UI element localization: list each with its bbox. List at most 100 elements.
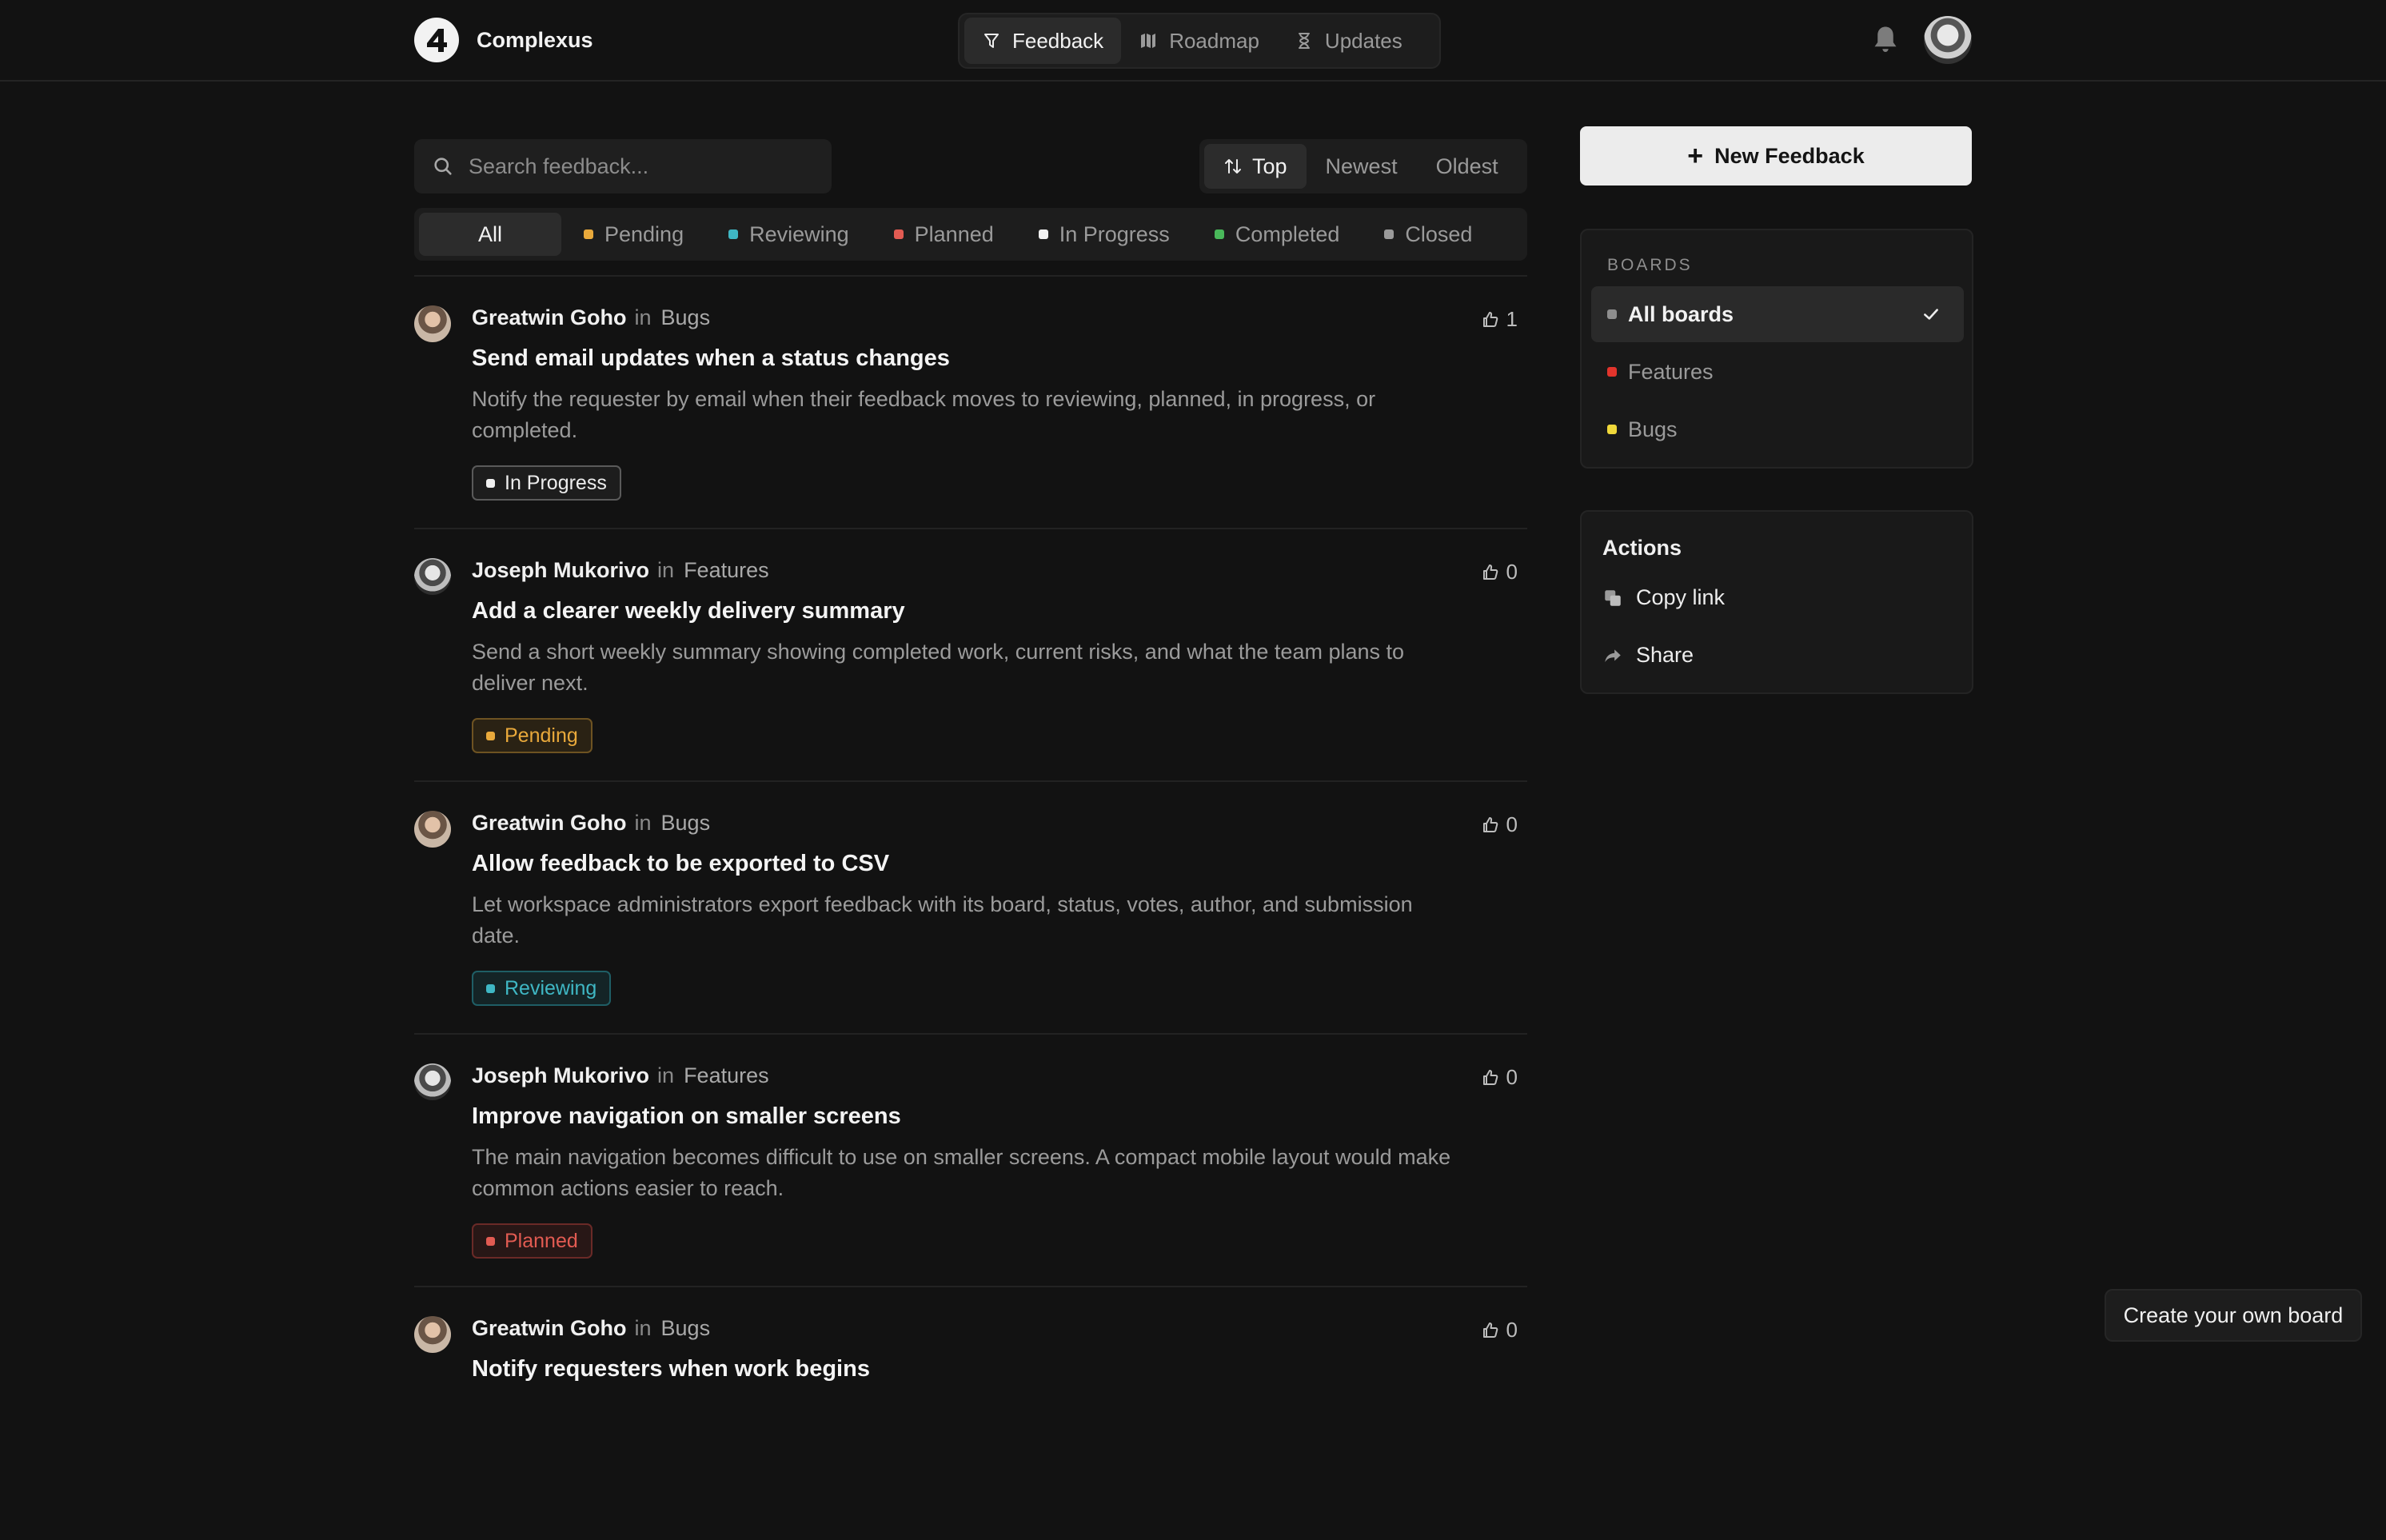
boards-title: BOARDS (1607, 256, 1693, 274)
board-name[interactable]: Bugs (661, 1316, 711, 1341)
author-name[interactable]: Joseph Mukorivo (472, 1063, 649, 1088)
status-label: Reviewing (505, 976, 597, 999)
brand-logo-icon (414, 18, 459, 62)
map-icon (1141, 34, 1156, 48)
user-avatar[interactable] (1924, 16, 1972, 64)
author-name[interactable]: Greatwin Goho (472, 1316, 627, 1341)
status-badge: In Progress (472, 465, 621, 501)
filter-in-progress[interactable]: In Progress (1016, 213, 1192, 256)
feedback-title[interactable]: Allow feedback to be exported to CSV (472, 851, 889, 877)
board-name[interactable]: Bugs (661, 305, 711, 330)
status-label: Pending (505, 724, 578, 747)
board-item-label: Bugs (1628, 417, 1678, 441)
feedback-title[interactable]: Notify requesters when work begins (472, 1356, 870, 1382)
filter-pending-label: Pending (604, 221, 684, 246)
upvote-button[interactable]: 1 (1481, 307, 1518, 332)
board-dot (1607, 425, 1617, 434)
status-badge: Planned (472, 1223, 593, 1259)
board-dot (1607, 309, 1617, 319)
feedback-title[interactable]: Improve navigation on smaller screens (472, 1103, 901, 1130)
in-label: in (634, 811, 652, 835)
upvote-button[interactable]: 0 (1481, 1318, 1518, 1343)
feedback-item[interactable]: Joseph Mukorivo in Features 0 Add a clea… (414, 529, 1527, 782)
author-avatar[interactable] (414, 811, 451, 848)
sort-newest[interactable]: Newest (1307, 144, 1417, 189)
thumbs-up-icon (1482, 1322, 1498, 1338)
feedback-description: Let workspace administrators export feed… (472, 892, 1413, 948)
author-avatar[interactable] (414, 305, 451, 342)
board-name[interactable]: Bugs (661, 811, 711, 836)
top-header: Complexus Feedback Roadmap Updates (0, 0, 2386, 82)
feedback-item[interactable]: Joseph Mukorivo in Features 0 Improve na… (414, 1035, 1527, 1287)
board-item-bugs[interactable]: Bugs (1591, 401, 1964, 457)
share-button[interactable]: Share (1602, 643, 1694, 668)
sort-toggle: Top Newest Oldest (1199, 139, 1527, 193)
upvote-button[interactable]: 0 (1481, 560, 1518, 584)
brand[interactable]: Complexus (414, 16, 593, 64)
vote-count: 0 (1506, 812, 1518, 836)
filter-planned-label: Planned (914, 221, 994, 246)
filter-closed-label: Closed (1405, 221, 1473, 246)
filter-reviewing[interactable]: Reviewing (706, 213, 872, 256)
new-feedback-button[interactable]: + New Feedback (1580, 126, 1972, 186)
search-icon (434, 158, 452, 175)
author-avatar[interactable] (414, 558, 451, 595)
board-item-features[interactable]: Features (1591, 344, 1964, 400)
nav-updates[interactable]: Updates (1277, 18, 1420, 64)
nav-updates-label: Updates (1324, 28, 1402, 53)
thumbs-up-icon (1482, 311, 1498, 327)
status-dot (1384, 229, 1394, 239)
filter-closed[interactable]: Closed (1362, 213, 1494, 256)
author-avatar[interactable] (414, 1316, 451, 1353)
author-name[interactable]: Joseph Mukorivo (472, 558, 649, 583)
filter-completed[interactable]: Completed (1192, 213, 1363, 256)
board-item-label: Features (1628, 359, 1714, 384)
filter-all-label: All (477, 221, 502, 246)
status-dot (486, 983, 495, 993)
in-label: in (634, 1316, 652, 1340)
feedback-item[interactable]: Greatwin Goho in Bugs 1 Send email updat… (414, 277, 1527, 529)
filter-pending[interactable]: Pending (561, 213, 706, 256)
in-label: in (657, 1063, 675, 1087)
filter-reviewing-label: Reviewing (749, 221, 849, 246)
feedback-meta: Greatwin Goho in Bugs (472, 305, 710, 330)
upvote-button[interactable]: 0 (1481, 812, 1518, 837)
feedback-title[interactable]: Send email updates when a status changes (472, 345, 950, 372)
thumbs-up-icon (1482, 564, 1498, 580)
copy-icon (1605, 589, 1621, 606)
status-filter-bar: All Pending Reviewing Planned In Progres… (414, 208, 1527, 261)
filter-all[interactable]: All (419, 213, 561, 256)
status-dot (893, 229, 904, 239)
status-dot (486, 478, 495, 488)
author-avatar[interactable] (414, 1063, 451, 1100)
share-label: Share (1636, 643, 1694, 667)
sort-top[interactable]: Top (1204, 144, 1307, 189)
status-dot (584, 229, 593, 239)
bell-icon[interactable] (1871, 24, 1900, 60)
sort-oldest[interactable]: Oldest (1417, 144, 1518, 189)
search-input[interactable] (469, 154, 820, 179)
board-name[interactable]: Features (684, 558, 769, 583)
filter-planned[interactable]: Planned (872, 213, 1016, 256)
board-dot (1607, 367, 1617, 377)
nav-feedback[interactable]: Feedback (964, 18, 1122, 64)
feedback-item[interactable]: Greatwin Goho in Bugs 0 Notify requester… (414, 1287, 1527, 1540)
feedback-meta: Greatwin Goho in Bugs (472, 811, 710, 836)
board-item-all[interactable]: All boards (1591, 286, 1964, 342)
sort-oldest-label: Oldest (1435, 154, 1498, 178)
create-board-button[interactable]: Create your own board (2105, 1289, 2362, 1342)
author-name[interactable]: Greatwin Goho (472, 305, 627, 330)
search-bar[interactable] (414, 139, 832, 193)
hourglass-icon (1298, 33, 1310, 49)
author-name[interactable]: Greatwin Goho (472, 811, 627, 836)
board-name[interactable]: Features (684, 1063, 769, 1088)
vote-count: 1 (1506, 307, 1518, 331)
upvote-button[interactable]: 0 (1481, 1065, 1518, 1090)
feedback-item[interactable]: Greatwin Goho in Bugs 0 Allow feedback t… (414, 782, 1527, 1035)
status-label: Planned (505, 1229, 578, 1252)
nav-roadmap[interactable]: Roadmap (1121, 18, 1277, 64)
actions-title: Actions (1602, 536, 1682, 560)
copy-link-button[interactable]: Copy link (1602, 585, 1725, 610)
vote-count: 0 (1506, 560, 1518, 584)
feedback-title[interactable]: Add a clearer weekly delivery summary (472, 598, 905, 624)
